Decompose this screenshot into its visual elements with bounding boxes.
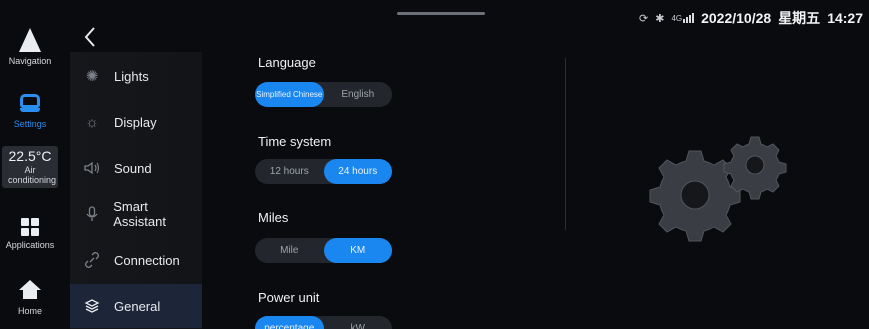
language-toggle: Simplified Chinese English — [255, 82, 392, 107]
power-option-percentage[interactable]: percentage — [255, 316, 324, 329]
back-button[interactable] — [80, 24, 100, 50]
panel-divider — [565, 58, 566, 230]
rail-navigation-label: Navigation — [8, 56, 52, 66]
home-icon — [19, 280, 41, 300]
power-unit-title: Power unit — [258, 290, 320, 305]
rail-applications[interactable]: Applications — [0, 218, 60, 250]
link-icon — [70, 252, 114, 268]
menu-item-label: Connection — [114, 252, 180, 268]
lightbulb-icon: ✺ — [85, 68, 99, 85]
layers-icon — [70, 298, 114, 314]
car-settings-icon — [20, 94, 40, 112]
gears-icon — [649, 136, 787, 242]
time-option-12-hours[interactable]: 12 hours — [255, 159, 324, 184]
power-option-kw[interactable]: kW — [324, 316, 393, 329]
miles-toggle: Mile KM — [255, 238, 392, 263]
time-system-toggle: 12 hours 24 hours — [255, 159, 392, 184]
rail-home-label: Home — [17, 306, 42, 316]
rail-settings-label: Settings — [13, 119, 47, 129]
language-option-english[interactable]: English — [324, 82, 393, 107]
menu-item-label: Display — [114, 114, 157, 130]
time-option-24-hours[interactable]: 24 hours — [323, 159, 392, 184]
sun-icon: ☼ — [85, 113, 99, 131]
menu-item-lights[interactable]: ✺ Lights — [70, 54, 202, 98]
menu-item-sound[interactable]: Sound — [70, 146, 202, 190]
settings-menu: ✺ Lights ☼ Display Sound Smart Assistant… — [70, 52, 202, 329]
speaker-icon — [70, 161, 114, 175]
menu-item-label: Smart Assistant — [113, 199, 166, 229]
menu-item-general[interactable]: General — [70, 284, 202, 328]
network-label: 4G — [671, 14, 683, 23]
language-title: Language — [258, 55, 316, 70]
miles-title: Miles — [258, 210, 289, 225]
rail-air-conditioning-label: Air conditioning — [8, 165, 57, 185]
drag-handle[interactable] — [397, 12, 485, 15]
rail-settings[interactable]: Settings — [0, 94, 60, 129]
menu-item-smart-assistant[interactable]: Smart Assistant — [70, 192, 202, 236]
climate-box: 22.5°C Air conditioning — [2, 146, 58, 188]
status-weekday: 星期五 — [778, 10, 821, 26]
rail-air-conditioning[interactable]: 22.5°C Air conditioning — [0, 146, 60, 188]
status-bar: ⟳ ✱ 4G 2022/10/28 星期五 14:27 — [639, 8, 863, 28]
menu-item-display[interactable]: ☼ Display — [70, 100, 202, 144]
rail-home[interactable]: Home — [0, 280, 60, 316]
navigation-icon — [19, 28, 41, 52]
bluetooth-icon: ✱ — [655, 12, 665, 25]
rail-applications-label: Applications — [5, 240, 55, 250]
rail-navigation[interactable]: Navigation — [0, 28, 60, 66]
temperature-value: 22.5°C — [8, 148, 52, 164]
sync-icon: ⟳ — [639, 12, 649, 25]
language-option-simplified-chinese[interactable]: Simplified Chinese — [255, 82, 324, 107]
menu-item-label: General — [114, 298, 161, 314]
left-rail: Navigation Settings 22.5°C Air condition… — [0, 0, 60, 329]
power-unit-toggle: percentage kW — [255, 316, 392, 329]
applications-icon — [21, 218, 39, 236]
miles-option-km[interactable]: KM — [323, 238, 392, 263]
status-date: 2022/10/28 — [701, 10, 772, 26]
chevron-left-icon — [84, 27, 95, 47]
microphone-icon — [70, 206, 113, 222]
menu-item-label: Lights — [114, 68, 149, 84]
signal-icon: 4G — [671, 13, 695, 23]
menu-item-label: Sound — [114, 160, 152, 176]
miles-option-mile[interactable]: Mile — [255, 238, 324, 263]
menu-item-connection[interactable]: Connection — [70, 238, 202, 282]
time-system-title: Time system — [258, 134, 332, 149]
status-time: 14:27 — [827, 10, 863, 26]
